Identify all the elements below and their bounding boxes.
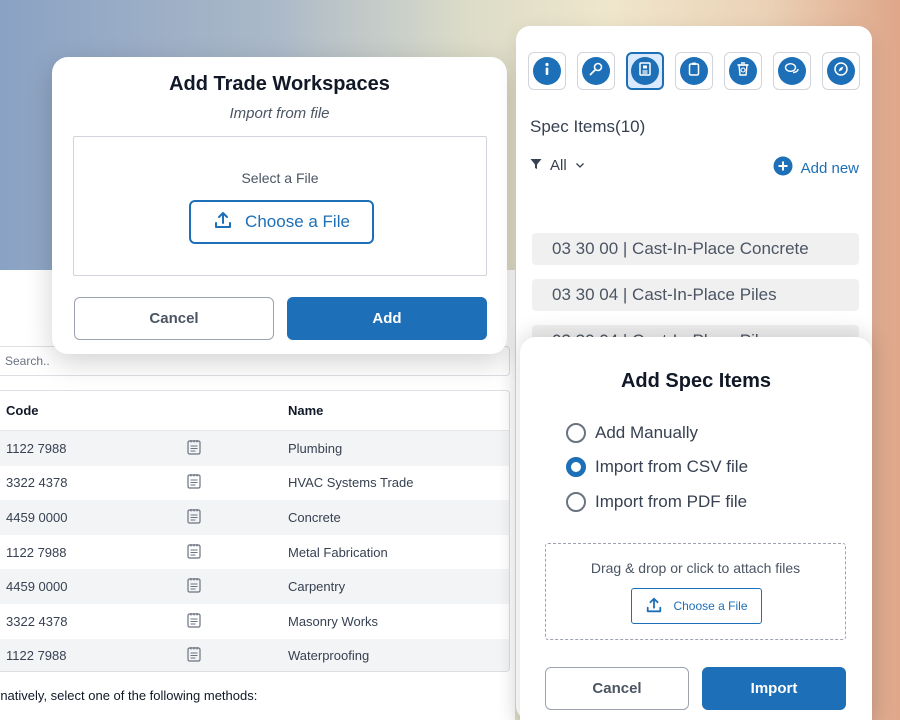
table-row[interactable]: 3322 4378 HVAC Systems Trade: [0, 466, 509, 501]
option-label: Import from PDF file: [595, 492, 748, 511]
add-spec-items-modal: Add Spec Items Add Manually Import from …: [520, 337, 872, 720]
upload-icon: [213, 210, 233, 235]
chat-bubbles-icon: [783, 60, 801, 83]
choose-file-label: Choose a File: [673, 599, 748, 613]
radio-button[interactable]: [566, 423, 586, 443]
table-header: Code Name: [0, 391, 509, 431]
option-add-manually[interactable]: Add Manually: [566, 423, 698, 443]
option-label: Add Manually: [595, 423, 699, 442]
code-header: Code: [6, 403, 39, 418]
spec-document-button[interactable]: [626, 52, 664, 90]
clipboard-button[interactable]: [675, 52, 713, 90]
file-dropzone[interactable]: Drag & drop or click to attach files Cho…: [545, 543, 846, 640]
recycle-bin-button[interactable]: [724, 52, 762, 90]
cancel-button[interactable]: Cancel: [74, 297, 274, 340]
row-code: 4459 0000: [6, 509, 68, 525]
row-name: Carpentry: [288, 579, 346, 595]
name-header: Name: [288, 403, 324, 418]
add-new-label: Add new: [800, 159, 859, 177]
filter-label: All: [550, 157, 567, 174]
add-trade-workspaces-modal: Add Trade Workspaces Import from file Se…: [52, 57, 507, 354]
choose-file-button[interactable]: Choose a File: [631, 588, 762, 624]
notes-icon[interactable]: [187, 646, 201, 665]
table-row[interactable]: 1122 7988 Waterproofing: [0, 638, 509, 671]
recycle-bin-icon: [734, 60, 752, 83]
option-import-pdf[interactable]: Import from PDF file: [566, 492, 747, 512]
compass-icon: [832, 60, 850, 83]
trade-table: Code Name 1122 7988 Plumbing 3322 4378 HVAC…: [0, 390, 510, 672]
dropzone-text: Drag & drop or click to attach files: [590, 560, 801, 576]
spec-item[interactable]: 03 30 04 | Cast-In-Place Piles: [532, 279, 859, 311]
modal-subtitle: Import from file: [229, 105, 330, 122]
row-name: Concrete: [288, 509, 341, 525]
choose-file-button[interactable]: Choose a File: [189, 200, 374, 244]
notes-icon[interactable]: [187, 508, 201, 527]
table-row[interactable]: 4459 0000 Carpentry: [0, 569, 509, 604]
row-name: Waterproofing: [288, 648, 370, 664]
table-row[interactable]: 3322 4378 Masonry Works: [0, 604, 509, 639]
row-name: Plumbing: [288, 440, 343, 456]
comments-button[interactable]: [773, 52, 811, 90]
option-label: Import from CSV file: [595, 457, 749, 476]
select-file-label: Select a File: [241, 170, 319, 186]
file-select-area: Select a File Choose a File: [73, 136, 487, 276]
tools-button[interactable]: [577, 52, 615, 90]
navigate-button[interactable]: [822, 52, 860, 90]
notes-icon[interactable]: [187, 439, 201, 458]
cancel-button[interactable]: Cancel: [545, 667, 689, 710]
upload-icon: [645, 596, 663, 617]
notes-icon[interactable]: [187, 612, 201, 631]
notes-icon[interactable]: [187, 543, 201, 562]
spec-document-icon: [636, 60, 654, 83]
row-code: 4459 0000: [6, 579, 68, 595]
radio-button-selected[interactable]: [566, 457, 586, 477]
option-import-csv[interactable]: Import from CSV file: [566, 457, 748, 477]
plus-circle-icon: [773, 156, 793, 180]
choose-file-label: Choose a File: [245, 212, 350, 231]
notes-icon[interactable]: [187, 473, 201, 492]
chevron-down-icon: [575, 157, 585, 174]
info-button[interactable]: [528, 52, 566, 90]
table-row[interactable]: 4459 0000 Concrete: [0, 500, 509, 535]
row-name: Masonry Works: [288, 613, 379, 629]
row-code: 1122 7988: [6, 544, 67, 560]
notes-icon[interactable]: [187, 577, 201, 596]
row-code: 3322 4378: [6, 613, 68, 629]
table-row[interactable]: 1122 7988 Plumbing: [0, 431, 509, 466]
clipboard-icon: [685, 60, 703, 83]
alternative-methods-text: rnatively, select one of the following m…: [0, 688, 258, 703]
row-code: 3322 4378: [6, 475, 68, 491]
panel-toolbar: [528, 52, 860, 90]
row-name: Metal Fabrication: [288, 544, 388, 560]
wrench-icon: [587, 60, 605, 83]
info-icon: [538, 60, 556, 83]
row-code: 1122 7988: [6, 648, 67, 664]
row-name: HVAC Systems Trade: [288, 475, 414, 491]
table-row[interactable]: 1122 7988 Metal Fabrication: [0, 535, 509, 570]
spec-item[interactable]: 03 30 00 | Cast-In-Place Concrete: [532, 233, 859, 265]
modal-title: Add Trade Workspaces: [169, 73, 390, 95]
spec-items-title: Spec Items(10): [530, 117, 646, 136]
add-new-button[interactable]: Add new: [773, 156, 859, 180]
modal-title: Add Spec Items: [620, 370, 772, 392]
import-button[interactable]: Import: [702, 667, 846, 710]
radio-button[interactable]: [566, 492, 586, 512]
filter-icon: [530, 157, 542, 174]
add-button[interactable]: Add: [287, 297, 487, 340]
row-code: 1122 7988: [6, 440, 67, 456]
filter-dropdown[interactable]: All: [530, 157, 585, 174]
